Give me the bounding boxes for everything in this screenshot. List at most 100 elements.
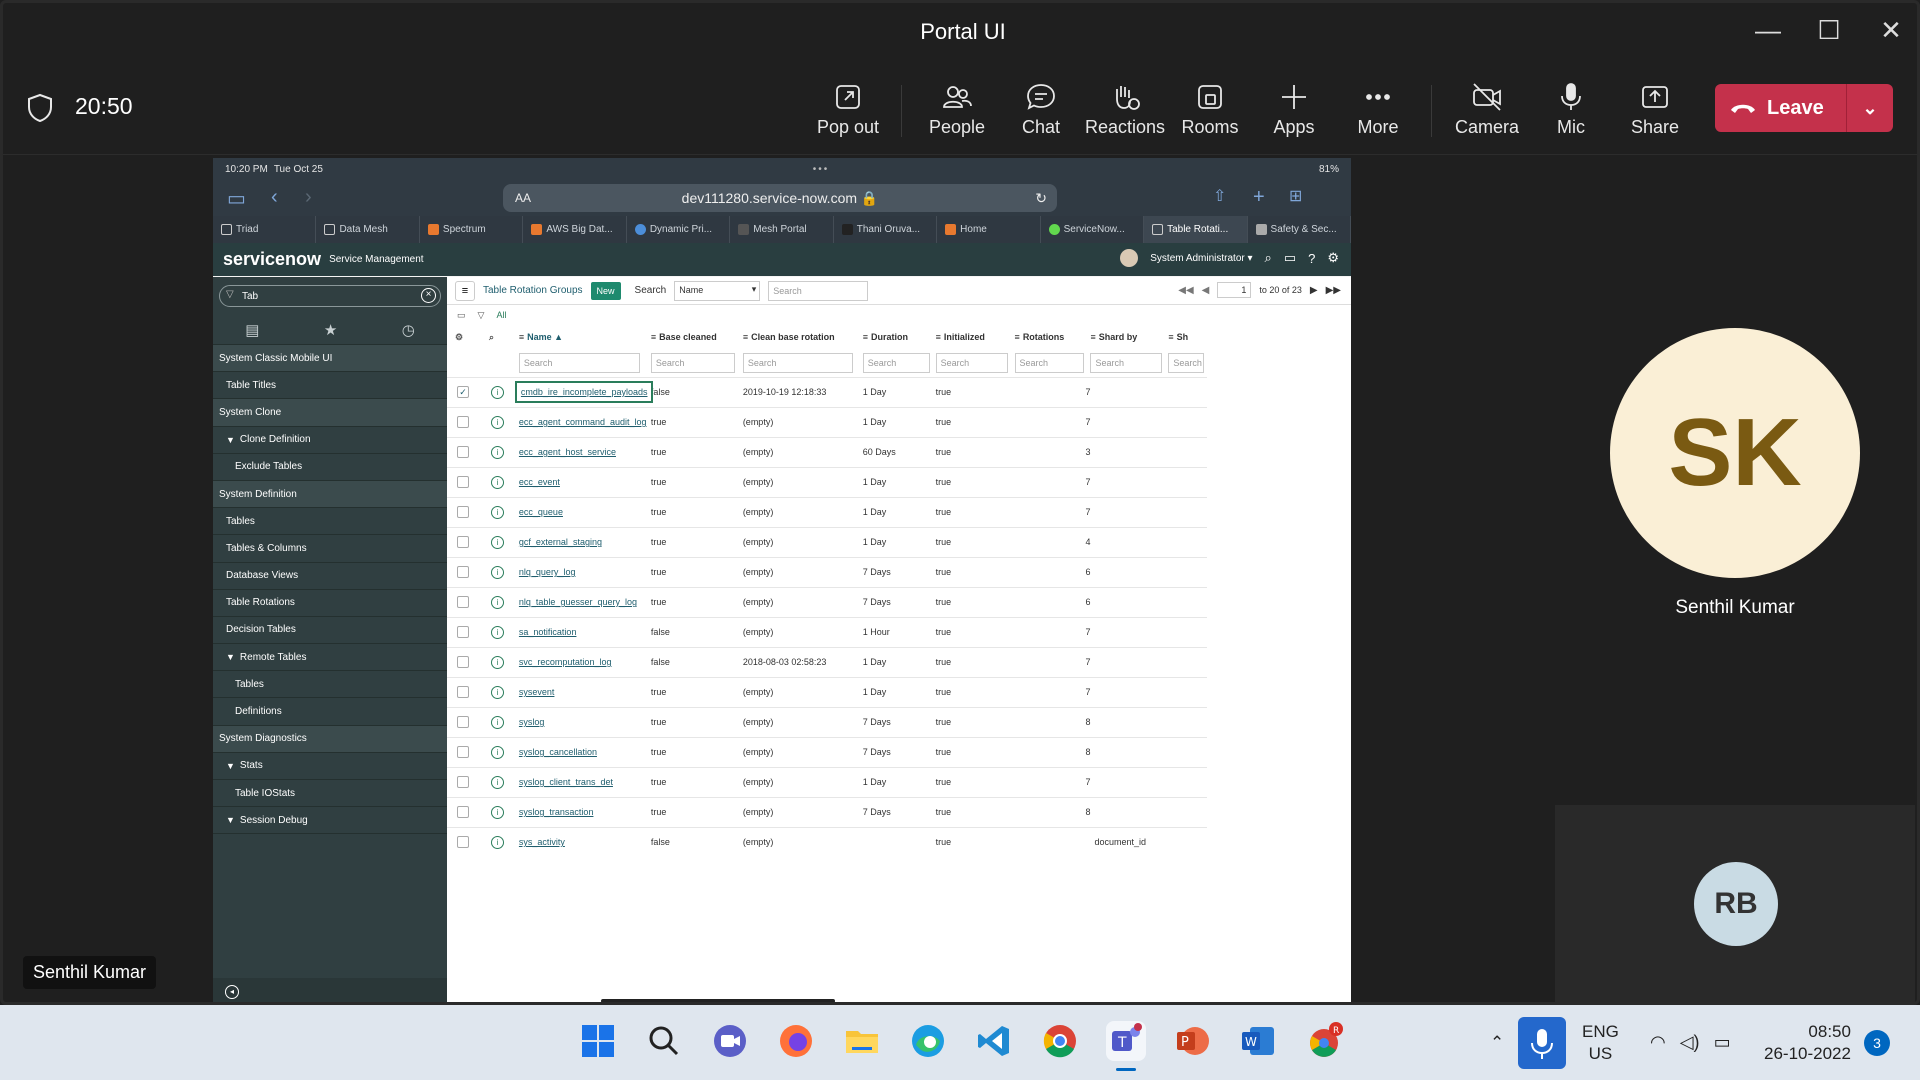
column-header-duration[interactable]: ≡ Duration [863,325,936,349]
show-hidden-icons-chevron-icon[interactable]: ⌃ [1490,1005,1504,1080]
browser-tab[interactable]: Home [937,216,1041,243]
nav-module-item[interactable]: Tables [213,508,447,536]
nav-module-item[interactable]: ▼ Session Debug [213,807,447,835]
record-preview-icon[interactable]: i [490,475,504,489]
nav-module-item[interactable]: ▼ Stats [213,753,447,780]
search-icon[interactable] [644,1021,684,1061]
column-search-input[interactable]: Search [1014,352,1085,373]
tab-close-icon[interactable] [1152,224,1164,235]
last-page-icon[interactable]: ▶▶ [1326,285,1341,296]
record-name-link[interactable]: syslog_client_trans_det [519,777,613,787]
record-preview-icon[interactable]: i [490,655,504,669]
address-bar[interactable]: AA dev111280.service-now.com 🔒 ↻ [503,184,1057,212]
record-name-link[interactable]: ecc_event [519,477,560,487]
prev-page-icon[interactable]: ◀ [1202,285,1210,296]
column-header-shard-by[interactable]: ≡ Shard by [1090,325,1168,349]
column-header-initialized[interactable]: ≡ Initialized [936,325,1015,349]
browser-tab[interactable]: Safety & Sec... [1248,216,1351,243]
nav-module-header[interactable]: System Definition [213,480,447,509]
row-checkbox[interactable] [457,596,469,608]
record-name-link[interactable]: sysevent [519,687,555,697]
leave-options-chevron-icon[interactable]: ⌄ [1847,98,1893,119]
column-search-input[interactable]: Search [650,352,736,373]
column-header-rotations[interactable]: ≡ Rotations [1015,325,1091,349]
new-button[interactable]: New [590,281,621,300]
record-preview-icon[interactable]: i [490,535,504,549]
record-name-link[interactable]: ecc_agent_command_audit_log [519,417,647,427]
record-name-link[interactable]: sys_activity [519,837,565,847]
column-search-input[interactable]: Search [742,352,854,373]
nav-module-item[interactable]: ▼ Remote Tables [213,644,447,672]
column-search-input[interactable]: Search [935,352,1009,373]
row-checkbox[interactable] [457,686,469,698]
browser-tab[interactable]: Mesh Portal [730,216,834,243]
record-preview-icon[interactable]: i [490,415,504,429]
row-checkbox[interactable] [457,536,469,548]
filter-funnel-icon[interactable]: ▽ [478,310,485,321]
collapse-nav-icon[interactable]: ◂ [225,985,239,999]
all-apps-archive-icon[interactable]: ▤ [245,321,259,339]
browser-tab[interactable]: Triad [213,216,317,243]
record-name-link[interactable]: nlq_query_log [519,567,576,577]
global-search-icon[interactable]: ⌕ [1265,250,1272,266]
column-search-input[interactable]: Search [1168,352,1204,373]
nav-module-header[interactable]: System Clone [213,399,447,427]
reload-icon[interactable]: ↻ [1035,190,1047,207]
row-checkbox[interactable] [457,626,469,638]
windows-start-icon[interactable] [578,1021,618,1061]
column-header-truncated[interactable]: ≡ Sh [1168,325,1207,349]
back-icon[interactable]: ‹ [271,186,278,209]
share-sheet-icon[interactable]: ⇧ [1213,186,1226,206]
record-preview-icon[interactable]: i [490,775,504,789]
browser-tab-active[interactable]: Table Rotati... [1144,216,1248,243]
row-checkbox[interactable] [457,806,469,818]
minimize-button[interactable]: — [1755,13,1781,47]
nav-module-item[interactable]: Table Rotations [213,590,447,617]
record-preview-icon[interactable]: i [490,805,504,819]
input-language[interactable]: ENG US [1582,1005,1619,1080]
nav-module-item[interactable]: Tables & Columns [213,535,447,563]
leave-button[interactable]: Leave ⌄ [1715,84,1893,132]
nav-module-item[interactable]: Definitions [213,698,447,726]
clock[interactable]: 08:50 26-10-2022 [1764,1005,1851,1080]
record-name-link[interactable]: svc_recomputation_log [519,657,612,667]
filter-breadcrumb-all[interactable]: All [496,310,506,320]
settings-gear-icon[interactable]: ⚙ [1327,250,1339,266]
browser-tab[interactable]: Dynamic Pri... [627,216,731,243]
record-preview-icon[interactable]: i [490,595,504,609]
chrome-profile-icon[interactable]: R [1304,1021,1344,1061]
record-name-link[interactable]: sa_notification [519,627,577,637]
column-search-input[interactable]: Search [862,352,930,373]
column-search-input[interactable]: Search [1090,352,1163,373]
record-name-link[interactable]: syslog_transaction [519,807,594,817]
share-button[interactable]: Share [1610,77,1700,147]
notification-count-badge[interactable]: 3 [1864,1030,1890,1056]
record-name-link[interactable]: gcf_external_staging [519,537,602,547]
nav-module-item[interactable]: ▼ Clone Definition [213,427,447,454]
nav-module-header[interactable]: System Diagnostics [213,725,447,753]
record-name-link[interactable]: ecc_agent_host_service [519,447,616,457]
navigator-filter-input[interactable]: ▽ Tab × [219,285,441,307]
list-search-input[interactable]: Search [768,280,869,301]
record-preview-icon[interactable]: i [490,445,504,459]
row-checkbox[interactable] [457,476,469,488]
forward-icon[interactable]: › [305,186,312,209]
mic-button[interactable]: Mic [1526,77,1616,147]
column-header-base-cleaned[interactable]: ≡ Base cleaned [651,325,743,349]
firefox-icon[interactable] [776,1021,816,1061]
first-page-icon[interactable]: ◀◀ [1178,285,1193,296]
favorites-star-icon[interactable]: ★ [324,321,337,339]
maximize-button[interactable]: ☐ [1817,13,1841,47]
list-menu-icon[interactable]: ≡ [455,280,475,301]
row-checkbox[interactable] [457,716,469,728]
word-icon[interactable]: W [1238,1021,1278,1061]
record-name-link[interactable]: nlq_table_guesser_query_log [519,597,637,607]
help-icon[interactable]: ? [1308,251,1315,266]
wifi-icon[interactable]: ◠ [1650,1032,1666,1053]
rooms-button[interactable]: Rooms [1165,77,1255,147]
browser-tab[interactable]: Data Mesh [316,216,420,243]
battery-charging-icon[interactable]: ▭ [1714,1032,1731,1053]
column-header-clean-base-rotation[interactable]: ≡ Clean base rotation [743,325,863,349]
row-checkbox[interactable] [457,836,469,849]
nav-module-item[interactable]: Database Views [213,563,447,590]
